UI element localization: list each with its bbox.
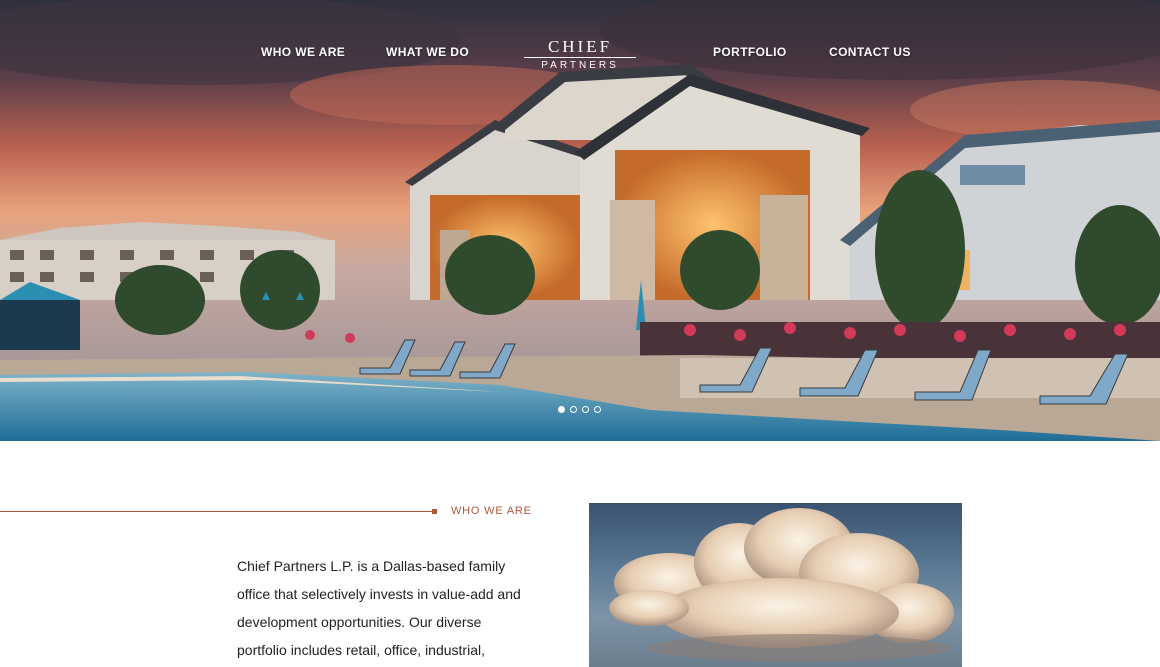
about-line-3: development opportunities. Our diverse (237, 614, 482, 630)
about-line-1: Chief Partners L.P. is a Dallas-based fa… (237, 558, 506, 574)
chief-partners-logo[interactable]: CHIEF PARTNERS (524, 38, 636, 74)
slider-dot-3[interactable] (582, 406, 589, 413)
slider-dot-2[interactable] (570, 406, 577, 413)
section-label: WHO WE ARE (451, 505, 532, 517)
about-paragraph: Chief Partners L.P. is a Dallas-based fa… (237, 552, 537, 664)
hero-image: WHO WE ARE WHAT WE DO CHIEF PARTNERS POR… (0, 0, 1160, 441)
nav-what-we-do[interactable]: WHAT WE DO (386, 45, 469, 59)
nav-contact-us[interactable]: CONTACT US (829, 45, 911, 59)
cloud-photo (609, 508, 954, 662)
slider-dot-1[interactable] (558, 406, 565, 413)
nav-portfolio[interactable]: PORTFOLIO (713, 45, 787, 59)
about-line-2: office that selectively invests in value… (237, 586, 521, 602)
logo-wordmark-top: CHIEF (524, 38, 636, 58)
section-divider-marker (432, 509, 437, 514)
section-divider-line (0, 511, 432, 512)
nav-who-we-are[interactable]: WHO WE ARE (261, 45, 345, 59)
slider-dot-4[interactable] (594, 406, 601, 413)
slider-pagination (558, 400, 606, 413)
about-line-4: portfolio includes retail, office, indus… (237, 642, 485, 658)
logo-wordmark-bottom: PARTNERS (541, 60, 619, 71)
top-navigation: WHO WE ARE WHAT WE DO CHIEF PARTNERS POR… (0, 0, 1160, 100)
cloud-image (589, 503, 962, 667)
